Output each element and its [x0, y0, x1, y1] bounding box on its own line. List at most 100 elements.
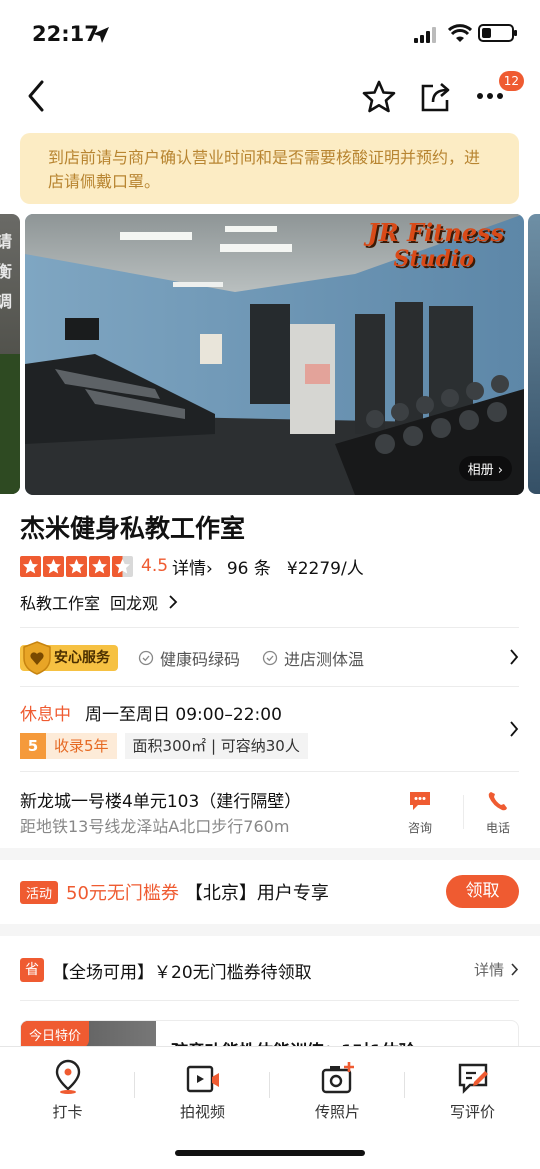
- section-gap: [0, 924, 540, 936]
- tab-label: 传照片: [314, 1103, 360, 1121]
- check-circle-icon: [262, 650, 278, 666]
- chat-bubble-icon: [410, 792, 430, 810]
- area-capacity-tag: 面积300㎡ | 可容纳30人: [124, 733, 308, 759]
- service-item: 进店测体温: [262, 646, 364, 670]
- star-full-icon: [20, 555, 41, 577]
- tab-label: 打卡: [52, 1103, 83, 1121]
- shield-heart-icon: [23, 641, 51, 675]
- service-label: 进店测体温: [284, 650, 365, 669]
- rating-row: 4.5 详情› 96 条 ¥2279/人: [20, 554, 364, 579]
- divider: [20, 1000, 519, 1001]
- coupon-detail-link[interactable]: 详情: [474, 959, 519, 980]
- prev-photo-char: 调: [0, 292, 13, 311]
- divider: [463, 795, 464, 829]
- tab-write-review[interactable]: 写评价: [405, 1057, 540, 1122]
- save-coupon-icon: 省: [20, 958, 44, 982]
- star-full-icon: [89, 555, 110, 577]
- shop-address[interactable]: 新龙城一号楼4单元103（建行隔壁）: [20, 787, 301, 812]
- rating-detail-label: 详情: [172, 558, 207, 579]
- album-label: 相册: [467, 463, 494, 478]
- wifi-icon: [448, 24, 472, 42]
- status-bar: 22:17: [0, 0, 540, 68]
- status-time: 22:17: [32, 22, 99, 46]
- tab-label: 拍视频: [179, 1103, 225, 1121]
- prev-photo-char: 衡: [0, 262, 13, 281]
- section-gap: [0, 848, 540, 860]
- star-half-icon: [112, 555, 133, 577]
- open-status: 休息中: [20, 705, 71, 725]
- chevron-right-icon: [511, 963, 519, 976]
- business-hours-row[interactable]: 休息中 周一至周日 09:00–22:00: [20, 700, 282, 725]
- subway-distance: 距地铁13号线龙泽站A北口步行760m: [20, 817, 290, 836]
- promo-highlight: 50元无门槛券: [66, 883, 179, 904]
- message-badge: 12: [498, 71, 524, 91]
- chevron-right-icon: [169, 595, 178, 609]
- cellular-signal-icon: [414, 27, 436, 43]
- safety-services-row[interactable]: 安心服务 健康码绿码 进店测体温: [20, 638, 519, 678]
- review-count[interactable]: 96 条: [227, 554, 271, 579]
- location-pin-icon: [55, 1059, 80, 1094]
- back-icon[interactable]: [24, 76, 48, 116]
- category-row[interactable]: 私教工作室 回龙观: [20, 590, 178, 614]
- service-label: 健康码绿码: [160, 650, 241, 669]
- phone-label: 电话: [486, 821, 511, 835]
- coupon-row[interactable]: 省 【全场可用】￥20无门槛券待领取 详情: [20, 955, 519, 985]
- chevron-right-icon: [510, 649, 519, 665]
- tab-upload-photo[interactable]: 传照片: [270, 1057, 405, 1122]
- shop-name: 杰米健身私教工作室: [20, 514, 246, 543]
- safe-service-label: 安心服务: [54, 650, 110, 666]
- video-camera-icon: [186, 1065, 219, 1093]
- share-icon[interactable]: [419, 80, 453, 114]
- consult-button[interactable]: 咨询: [408, 790, 432, 836]
- tab-label: 写评价: [449, 1103, 495, 1121]
- brand-logo-line1: JR Fitness: [367, 218, 504, 247]
- safe-service-badge: 安心服务: [20, 641, 118, 675]
- album-button[interactable]: 相册 ›: [458, 456, 512, 481]
- check-circle-icon: [138, 650, 154, 666]
- star-rating: [20, 555, 133, 577]
- more-icon[interactable]: [476, 92, 504, 100]
- promo-row: 活动 50元无门槛券 【北京】用户专享 领取: [20, 872, 519, 912]
- price-per-person: ¥2279/人: [286, 558, 364, 579]
- photo-gallery[interactable]: 请 衡 调 JR Fitness Studio 相册 ›: [0, 214, 540, 495]
- rating-detail-link[interactable]: 详情›: [172, 554, 213, 579]
- consult-label: 咨询: [408, 821, 433, 835]
- gallery-main-photo[interactable]: JR Fitness Studio 相册 ›: [25, 214, 524, 495]
- phone-icon: [488, 792, 507, 811]
- chevron-right-icon[interactable]: [509, 720, 519, 738]
- brand-logo-line2: Studio: [393, 246, 474, 272]
- gallery-next-photo[interactable]: [528, 214, 540, 494]
- shop-district: 回龙观: [110, 594, 159, 613]
- rating-score: 4.5: [141, 556, 169, 576]
- battery-icon: [478, 24, 517, 42]
- coupon-detail-label: 详情: [473, 961, 504, 979]
- today-deal-tag: 今日特价: [21, 1021, 90, 1048]
- divider: [20, 771, 519, 772]
- divider: [20, 686, 519, 687]
- notice-banner: 到店前请与商户确认营业时间和是否需要核酸证明并预约，进店请佩戴口罩。: [20, 133, 519, 204]
- years-listed-number: 5: [20, 733, 46, 759]
- shop-tags: 5 收录5年 面积300㎡ | 可容纳30人: [20, 733, 308, 759]
- plant-decoration: [0, 354, 20, 494]
- promo-description: 【北京】用户专享: [184, 883, 329, 904]
- location-arrow-icon: [93, 27, 109, 43]
- claim-coupon-button[interactable]: 领取: [446, 875, 519, 908]
- star-full-icon: [66, 555, 87, 577]
- edit-review-icon: [458, 1063, 488, 1094]
- tab-shoot-video[interactable]: 拍视频: [135, 1057, 270, 1122]
- years-listed-tag: 收录5年: [46, 733, 117, 759]
- star-full-icon: [43, 555, 64, 577]
- service-item: 健康码绿码: [138, 646, 240, 670]
- gallery-prev-photo[interactable]: 请 衡 调: [0, 214, 20, 494]
- business-hours: 周一至周日 09:00–22:00: [85, 705, 282, 725]
- camera-plus-icon: [321, 1062, 354, 1094]
- star-favorite-icon[interactable]: [362, 80, 396, 114]
- coupon-text: 【全场可用】￥20无门槛券待领取: [52, 962, 312, 983]
- shop-category: 私教工作室: [20, 594, 101, 613]
- tab-checkin[interactable]: 打卡: [0, 1057, 135, 1122]
- prev-photo-char: 请: [0, 232, 13, 251]
- home-indicator: [175, 1150, 365, 1156]
- phone-button[interactable]: 电话: [486, 790, 510, 836]
- divider: [20, 627, 519, 628]
- promo-tag: 活动: [20, 880, 59, 904]
